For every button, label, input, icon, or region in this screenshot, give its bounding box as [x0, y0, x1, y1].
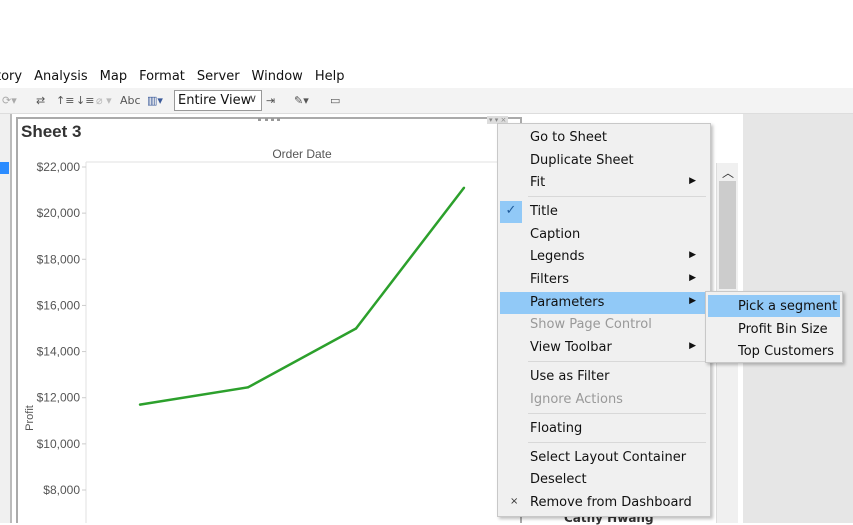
submenu-arrow-icon: ▶	[689, 176, 696, 186]
menu-item-remove-from-dashboard[interactable]: Remove from Dashboard ×	[500, 492, 706, 514]
menu-item-go-to-sheet[interactable]: Go to Sheet	[500, 127, 706, 149]
menu-separator	[528, 413, 706, 414]
menu-item-deselect[interactable]: Deselect	[500, 469, 706, 491]
menu-separator	[528, 361, 706, 362]
checkmark-icon: ✓	[500, 201, 522, 223]
menu-item-label: Remove from Dashboard	[530, 495, 692, 510]
menu-item-label: Legends	[530, 249, 585, 264]
menu-item-show-page-control: Show Page Control	[500, 314, 706, 336]
y-axis-label: Profit	[24, 405, 36, 431]
menu-item-label: Deselect	[530, 472, 587, 487]
menu-item-label: Ignore Actions	[530, 392, 623, 407]
y-tick-label: $16,000	[37, 298, 81, 312]
menu-item-label: Fit	[530, 175, 546, 190]
y-tick-label: $14,000	[37, 345, 81, 359]
menu-item-caption[interactable]: Caption	[500, 224, 706, 246]
y-tick-label: $10,000	[37, 437, 81, 451]
data-point[interactable]	[354, 327, 358, 330]
menu-item-label: Show Page Control	[530, 317, 652, 332]
data-point[interactable]	[138, 403, 142, 406]
series-line	[139, 187, 465, 406]
data-point[interactable]	[462, 186, 466, 189]
chevron-up-icon[interactable]: ︿	[722, 164, 734, 181]
data-point[interactable]	[246, 386, 250, 389]
scroll-thumb[interactable]	[719, 181, 736, 289]
menu-item-label: Duplicate Sheet	[530, 153, 634, 168]
menu-item-select-layout-container[interactable]: Select Layout Container	[500, 447, 706, 469]
submenu-arrow-icon: ▶	[689, 296, 696, 306]
menu-item-parameters[interactable]: Parameters ▶	[500, 292, 706, 314]
y-tick-label: $8,000	[43, 483, 80, 497]
menu-item-fit[interactable]: Fit ▶	[500, 172, 706, 194]
menu-item-title[interactable]: Title ✓	[500, 201, 706, 223]
menu-item-label: Go to Sheet	[530, 130, 607, 145]
submenu-item-profit-bin-size[interactable]: Profit Bin Size	[708, 318, 840, 340]
x-icon: ×	[510, 496, 519, 507]
submenu-item-pick-a-segment[interactable]: Pick a segment	[708, 295, 840, 317]
menu-item-label: View Toolbar	[530, 340, 612, 355]
submenu-arrow-icon: ▶	[689, 273, 696, 283]
menu-item-view-toolbar[interactable]: View Toolbar ▶	[500, 337, 706, 359]
menu-item-ignore-actions: Ignore Actions	[500, 389, 706, 411]
y-tick-label: $22,000	[37, 160, 81, 174]
submenu-arrow-icon: ▶	[689, 250, 696, 260]
menu-separator	[528, 442, 706, 443]
y-tick-label: $12,000	[37, 391, 81, 405]
menu-item-floating[interactable]: Floating	[500, 418, 706, 440]
menu-item-legends[interactable]: Legends ▶	[500, 246, 706, 268]
menu-item-use-as-filter[interactable]: Use as Filter	[500, 366, 706, 388]
menu-item-label: Floating	[530, 421, 583, 436]
menu-item-filters[interactable]: Filters ▶	[500, 269, 706, 291]
menu-item-label: Parameters	[530, 295, 605, 310]
submenu-arrow-icon: ▶	[689, 341, 696, 351]
menu-item-label: Filters	[530, 272, 569, 287]
context-menu: Go to Sheet Duplicate Sheet Fit ▶ Title ✓ Capt…	[497, 123, 711, 517]
parameters-submenu: Pick a segment Profit Bin Size Top Custome…	[705, 291, 843, 363]
submenu-item-top-customers[interactable]: Top Customers	[708, 340, 840, 362]
chart-title: Order Date	[272, 147, 332, 161]
menu-separator	[528, 196, 706, 197]
y-tick-label: $18,000	[37, 252, 81, 266]
menu-item-label: Title	[530, 204, 558, 219]
menu-item-label: Use as Filter	[530, 369, 610, 384]
y-tick-label: $20,000	[37, 206, 81, 220]
menu-item-label: Caption	[530, 227, 581, 242]
menu-item-label: Select Layout Container	[530, 450, 687, 465]
menu-item-duplicate-sheet[interactable]: Duplicate Sheet	[500, 150, 706, 172]
